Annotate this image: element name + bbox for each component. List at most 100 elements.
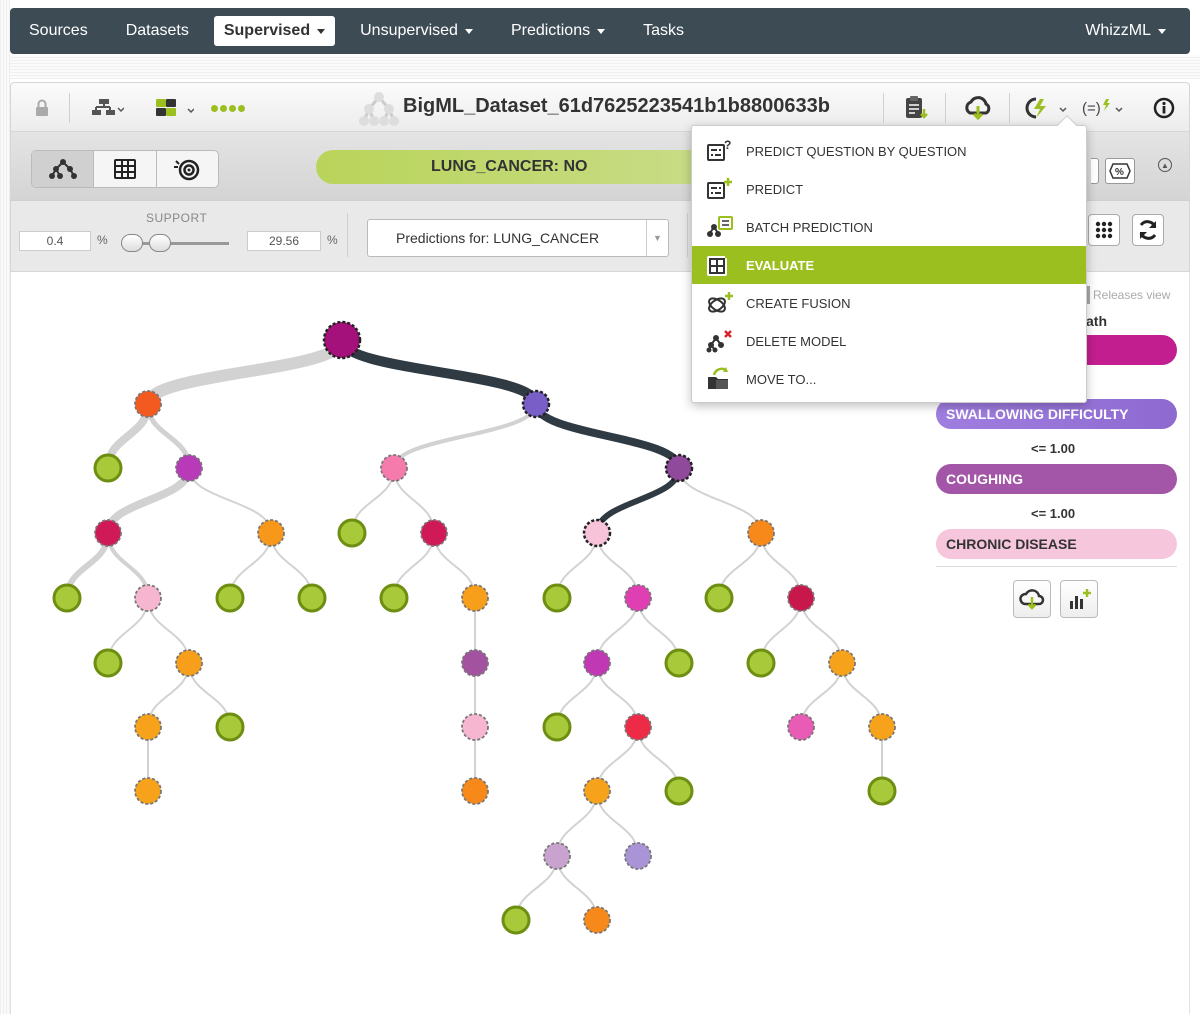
tree-split-node[interactable] (380, 454, 408, 482)
hidden-button-edge[interactable] (1091, 158, 1099, 184)
refresh-button[interactable] (1132, 214, 1164, 246)
tree-split-node[interactable] (624, 842, 652, 870)
tree-split-node[interactable] (322, 320, 362, 360)
menu-item-predict[interactable]: PREDICT (692, 170, 1086, 208)
menu-item-evaluate[interactable]: EVALUATE (692, 246, 1086, 284)
svg-text:(=): (=) (1082, 100, 1101, 117)
nav-supervised[interactable]: Supervised (213, 16, 336, 46)
tree-split-node[interactable] (664, 453, 694, 483)
tree-split-node[interactable] (257, 519, 285, 547)
tree-split-node[interactable] (583, 649, 611, 677)
nav-datasets[interactable]: Datasets (107, 16, 208, 46)
prediction-target-select[interactable]: Predictions for: LUNG_CANCER ▼ (367, 219, 669, 257)
support-min-input[interactable]: 0.4 (19, 231, 91, 251)
cloud-download-icon[interactable] (961, 95, 995, 121)
caret-down-icon (597, 28, 606, 34)
tree-leaf-node[interactable] (664, 648, 694, 678)
tree-split-node[interactable] (461, 584, 489, 612)
tree-leaf-node[interactable] (337, 518, 367, 548)
tree-split-node[interactable] (828, 649, 856, 677)
node-grid-button[interactable] (1088, 214, 1120, 246)
info-icon[interactable] (1151, 95, 1177, 121)
nav-label: Datasets (125, 22, 189, 39)
tree-split-node[interactable] (787, 713, 815, 741)
tree-leaf-node[interactable] (297, 583, 327, 613)
tree-split-node[interactable] (747, 519, 775, 547)
tree-split-node[interactable] (461, 777, 489, 805)
support-max-input[interactable]: 29.56 (247, 231, 321, 251)
tree-leaf-node[interactable] (215, 712, 245, 742)
add-chart-button[interactable] (1060, 580, 1098, 618)
menu-item-predict-question[interactable]: ? PREDICT QUESTION BY QUESTION (692, 132, 1086, 170)
tree-split-node[interactable] (94, 519, 122, 547)
toolbar-divider (945, 93, 946, 123)
download-path-button[interactable] (1013, 580, 1051, 618)
tree-split-node[interactable] (582, 518, 612, 548)
menu-item-move-to[interactable]: MOVE TO... (692, 360, 1086, 398)
tree-split-node[interactable] (543, 842, 571, 870)
tree-leaf-node[interactable] (93, 453, 123, 483)
tree-split-node[interactable] (521, 389, 551, 419)
tree-split-node[interactable] (787, 584, 815, 612)
tree-split-node[interactable] (134, 390, 162, 418)
tree-split-node[interactable] (461, 713, 489, 741)
tree-layout-icon[interactable] (87, 95, 127, 121)
tree-leaf-node[interactable] (52, 583, 82, 613)
tree-split-node[interactable] (461, 649, 489, 677)
releases-view-label[interactable]: Releases view (1093, 288, 1170, 302)
tree-split-node[interactable] (175, 454, 203, 482)
tree-split-node[interactable] (624, 713, 652, 741)
fields-icon[interactable] (151, 95, 197, 121)
tree-split-node[interactable] (175, 649, 203, 677)
nav-predictions[interactable]: Predictions (492, 16, 624, 46)
tree-leaf-node[interactable] (867, 776, 897, 806)
nav-unsupervised[interactable]: Unsupervised (341, 16, 492, 46)
nav-label: Sources (29, 22, 88, 39)
tree-leaf-node[interactable] (664, 776, 694, 806)
tree-leaf-node[interactable] (215, 583, 245, 613)
support-slider-min-handle[interactable] (121, 234, 143, 252)
tree-edge (104, 464, 193, 537)
grid-icon (113, 159, 136, 179)
tree-leaf-node[interactable] (379, 583, 409, 613)
tree-edge (392, 402, 538, 470)
menu-item-delete-model[interactable]: DELETE MODEL (692, 322, 1086, 360)
clipboard-download-icon[interactable] (901, 95, 931, 121)
tree-leaf-node[interactable] (746, 648, 776, 678)
user-menu[interactable]: WhizzML (1085, 22, 1190, 40)
actions-menu-icon[interactable] (1023, 95, 1069, 121)
tree-split-node[interactable] (420, 519, 448, 547)
tree-split-node[interactable] (134, 777, 162, 805)
collapse-icon[interactable]: ▲ (1158, 158, 1172, 172)
tree-leaf-node[interactable] (704, 583, 734, 613)
tree-split-node[interactable] (624, 584, 652, 612)
sunburst-grid-button[interactable] (94, 151, 157, 187)
support-label: SUPPORT (146, 211, 208, 225)
path-node-chronic-disease: CHRONIC DISEASE (936, 529, 1177, 559)
tree-split-node[interactable] (583, 906, 611, 934)
tree-split-node[interactable] (868, 713, 896, 741)
tree-split-node[interactable] (134, 584, 162, 612)
formula-icon[interactable]: (=) (1081, 95, 1127, 121)
tree-leaf-node[interactable] (93, 648, 123, 678)
tree-split-node[interactable] (134, 713, 162, 741)
percent-toggle-button[interactable]: % (1105, 158, 1135, 184)
tree-leaf-node[interactable] (542, 712, 572, 742)
support-slider-max-handle[interactable] (149, 234, 171, 252)
tree-leaf-node[interactable] (501, 905, 531, 935)
tree-split-node[interactable] (583, 777, 611, 805)
caret-down-icon (317, 28, 326, 34)
menu-item-create-fusion[interactable]: CREATE FUSION (692, 284, 1086, 322)
path-condition: <= 1.00 (1031, 441, 1076, 456)
tree-leaf-node[interactable] (542, 583, 572, 613)
lock-icon[interactable] (31, 95, 53, 121)
nav-sources[interactable]: Sources (10, 16, 107, 46)
predicted-class-label: LUNG_CANCER: NO (431, 158, 588, 175)
tree-edge (188, 467, 272, 534)
path-node-coughing: COUGHING (936, 464, 1177, 494)
menu-item-label: PREDICT QUESTION BY QUESTION (746, 143, 967, 159)
sunburst-view-button[interactable] (157, 151, 218, 187)
tree-view-button[interactable] (32, 151, 95, 187)
nav-tasks[interactable]: Tasks (624, 16, 703, 46)
menu-item-batch-prediction[interactable]: BATCH PREDICTION (692, 208, 1086, 246)
